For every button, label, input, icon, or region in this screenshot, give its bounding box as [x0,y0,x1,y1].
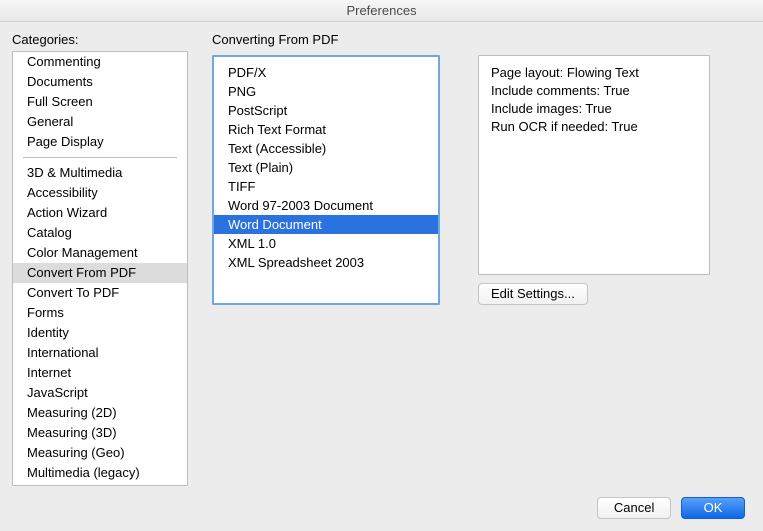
detail-line: Page layout: Flowing Text [491,64,697,82]
category-item[interactable]: International [13,343,187,363]
format-item[interactable]: TIFF [214,177,438,196]
format-item[interactable]: XML Spreadsheet 2003 [214,253,438,272]
window-title: Preferences [0,0,763,22]
category-separator [23,157,177,158]
category-item[interactable]: Measuring (3D) [13,423,187,443]
category-item[interactable]: Color Management [13,243,187,263]
category-item[interactable]: Page Display [13,132,187,152]
format-item[interactable]: XML 1.0 [214,234,438,253]
category-item[interactable]: Commenting [13,52,187,72]
category-item[interactable]: Forms [13,303,187,323]
categories-label: Categories: [12,32,188,47]
category-item[interactable]: Measuring (Geo) [13,443,187,463]
format-item[interactable]: PostScript [214,101,438,120]
category-item[interactable]: Accessibility [13,183,187,203]
format-item[interactable]: Word Document [214,215,438,234]
format-item[interactable]: PNG [214,82,438,101]
category-item[interactable]: Convert From PDF [13,263,187,283]
format-item[interactable]: Text (Plain) [214,158,438,177]
detail-line: Include comments: True [491,82,697,100]
category-item[interactable]: Identity [13,323,187,343]
category-item[interactable]: 3D & Multimedia [13,163,187,183]
category-item[interactable]: Multimedia Trust (legacy) [13,483,187,486]
format-item[interactable]: Text (Accessible) [214,139,438,158]
category-item[interactable]: Multimedia (legacy) [13,463,187,483]
format-details: Page layout: Flowing TextInclude comment… [478,55,710,275]
format-item[interactable]: PDF/X [214,63,438,82]
detail-line: Include images: True [491,100,697,118]
ok-button[interactable]: OK [681,497,745,519]
format-list[interactable]: PDF/XPNGPostScriptRich Text FormatText (… [212,55,440,305]
category-item[interactable]: Full Screen [13,92,187,112]
category-item[interactable]: Measuring (2D) [13,403,187,423]
cancel-button[interactable]: Cancel [597,497,671,519]
category-item[interactable]: Catalog [13,223,187,243]
category-item[interactable]: Action Wizard [13,203,187,223]
category-item[interactable]: Documents [13,72,187,92]
edit-settings-button[interactable]: Edit Settings... [478,283,588,305]
category-item[interactable]: Convert To PDF [13,283,187,303]
categories-list[interactable]: CommentingDocumentsFull ScreenGeneralPag… [12,51,188,486]
category-item[interactable]: General [13,112,187,132]
category-item[interactable]: Internet [13,363,187,383]
category-item[interactable]: JavaScript [13,383,187,403]
detail-line: Run OCR if needed: True [491,118,697,136]
section-title: Converting From PDF [212,32,749,47]
format-item[interactable]: Rich Text Format [214,120,438,139]
format-item[interactable]: Word 97-2003 Document [214,196,438,215]
